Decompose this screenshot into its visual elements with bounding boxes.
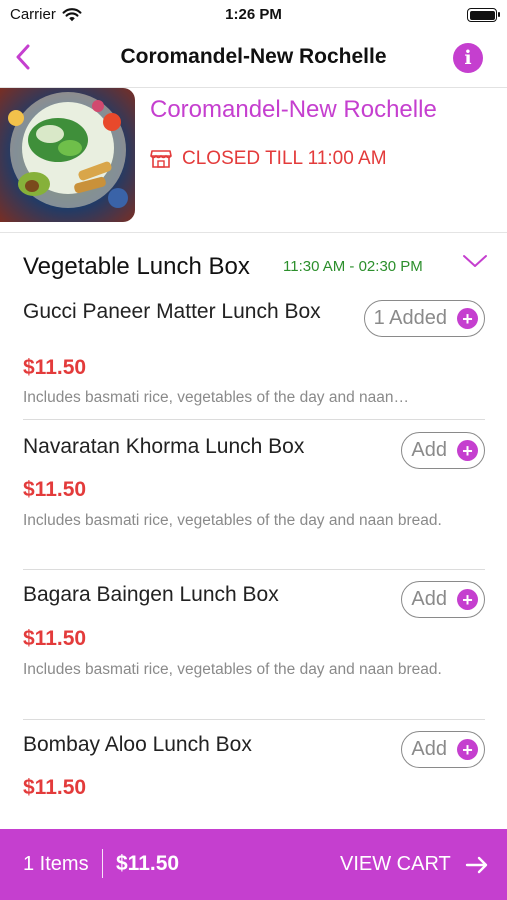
menu-item[interactable]: Gucci Paneer Matter Lunch Box 1 Added + … [23,285,485,420]
add-button[interactable]: Add + [401,581,485,618]
item-price: $11.50 [23,627,87,650]
item-description: Includes basmati rice, vegetables of the… [23,512,442,529]
view-cart-label: VIEW CART [340,853,451,875]
chevron-down-icon[interactable] [462,253,488,269]
item-description: Includes basmati rice, vegetables of the… [23,661,442,678]
item-price: $11.50 [23,776,87,799]
restaurant-status: CLOSED TILL 11:00 AM [150,148,387,170]
item-name: Bombay Aloo Lunch Box [23,733,252,756]
add-button-label: Add [411,738,447,760]
plus-icon: + [457,440,478,461]
cart-bar[interactable]: 1 Items $11.50 VIEW CART [0,829,507,900]
section-title: Vegetable Lunch Box [23,253,250,280]
battery-icon [467,8,500,22]
section-hours: 11:30 AM - 02:30 PM [283,258,423,275]
info-button[interactable]: i [453,43,483,73]
cart-total: $11.50 [116,852,180,875]
store-icon [150,150,172,168]
clock: 1:26 PM [225,6,282,23]
item-name: Gucci Paneer Matter Lunch Box [23,300,321,323]
view-cart-button[interactable]: VIEW CART [340,853,489,876]
plus-icon: + [457,589,478,610]
back-button[interactable] [8,42,38,72]
status-label: CLOSED TILL 11:00 AM [182,148,387,169]
add-button-label: Add [411,588,447,610]
restaurant-name: Coromandel-New Rochelle [150,96,437,123]
add-button-label: 1 Added [373,307,447,329]
info-icon: i [464,47,472,69]
plus-icon: + [457,308,478,329]
item-description: Includes basmati rice, vegetables of the… [23,389,410,406]
item-price: $11.50 [23,356,87,379]
add-button[interactable]: Add + [401,731,485,768]
add-button-label: Add [411,439,447,461]
page-title: Coromandel-New Rochelle [120,45,387,68]
restaurant-photo [0,88,135,222]
section-header[interactable]: Vegetable Lunch Box 11:30 AM - 02:30 PM [0,233,507,285]
status-bar: Carrier 1:26 PM [0,0,507,30]
item-name: Navaratan Khorma Lunch Box [23,435,305,458]
add-button[interactable]: Add + [401,432,485,469]
cart-item-count: 1 Items [23,853,89,875]
navigation-bar: Coromandel-New Rochelle i [0,30,507,88]
item-name: Bagara Baingen Lunch Box [23,583,279,606]
chevron-left-icon [16,44,30,70]
item-price: $11.50 [23,478,87,501]
plus-icon: + [457,739,478,760]
menu-item[interactable]: Bagara Baingen Lunch Box Add + $11.50 In… [23,570,485,720]
restaurant-header: Coromandel-New Rochelle CLOSED TILL 11:0… [0,88,507,233]
menu-item[interactable]: Navaratan Khorma Lunch Box Add + $11.50 … [23,420,485,570]
arrow-right-icon [465,856,487,873]
menu-item[interactable]: Bombay Aloo Lunch Box Add + $11.50 [23,720,485,815]
add-button[interactable]: 1 Added + [363,300,485,337]
food-image [8,92,128,208]
cart-divider [102,849,103,878]
